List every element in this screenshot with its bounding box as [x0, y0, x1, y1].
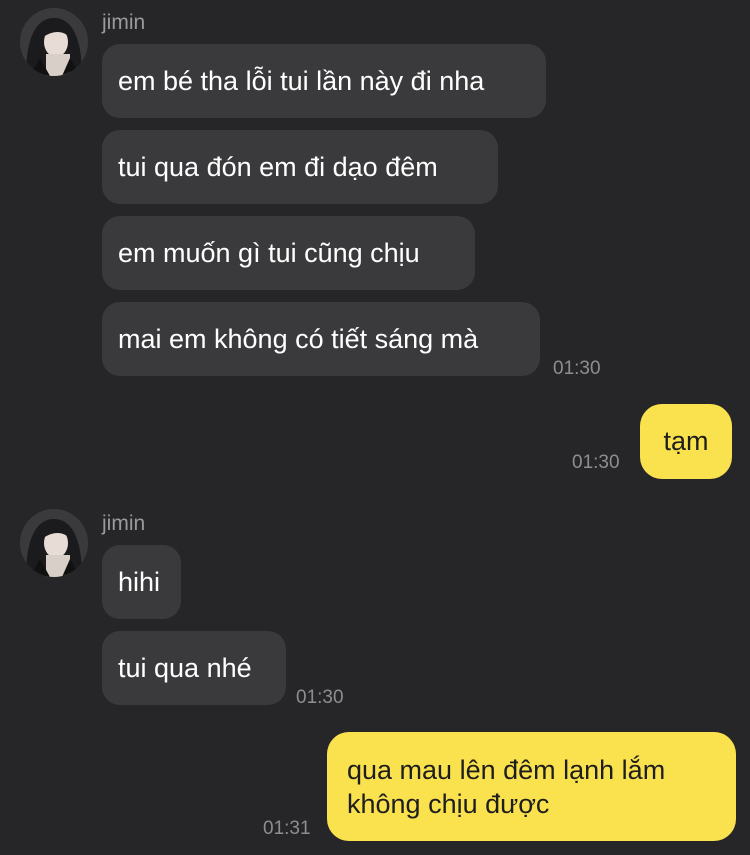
sender-avatar[interactable]	[20, 8, 88, 76]
message-bubble[interactable]: hihi	[102, 545, 181, 619]
message-bubble[interactable]: qua mau lên đêm lạnh lắm không chịu được	[327, 732, 736, 841]
message-timestamp: 01:31	[263, 818, 311, 839]
message-timestamp: 01:30	[296, 687, 344, 708]
sender-avatar[interactable]	[20, 509, 88, 577]
message-bubble[interactable]: em muốn gì tui cũng chịu	[102, 216, 475, 290]
chat-transcript: jimin em bé tha lỗi tui lần này đi nha t…	[0, 0, 750, 855]
message-bubble[interactable]: mai em không có tiết sáng mà	[102, 302, 540, 376]
message-bubble[interactable]: tạm	[640, 404, 732, 479]
message-bubble[interactable]: tui qua đón em đi dạo đêm	[102, 130, 498, 204]
message-bubble[interactable]: tui qua nhé	[102, 631, 286, 705]
sender-name: jimin	[102, 11, 146, 34]
message-timestamp: 01:30	[553, 358, 601, 379]
message-timestamp: 01:30	[572, 452, 620, 473]
profile-photo-avatar-icon	[20, 509, 88, 577]
profile-photo-avatar-icon	[20, 8, 88, 76]
message-bubble[interactable]: em bé tha lỗi tui lần này đi nha	[102, 44, 546, 118]
sender-name: jimin	[102, 512, 146, 535]
